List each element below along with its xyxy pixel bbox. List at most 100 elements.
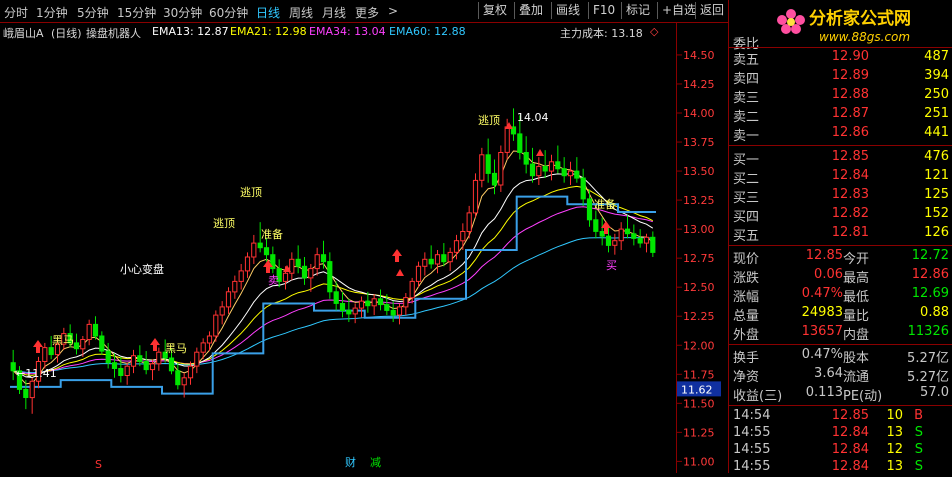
- candle-body[interactable]: [149, 363, 156, 371]
- candle-body[interactable]: [561, 168, 567, 177]
- candle-body[interactable]: [472, 179, 479, 214]
- candle-body[interactable]: [295, 258, 301, 267]
- candle-body[interactable]: [124, 365, 130, 377]
- candle-body[interactable]: [529, 163, 536, 177]
- candle-body[interactable]: [390, 309, 396, 316]
- candle-body[interactable]: [434, 254, 441, 265]
- back-button[interactable]: 返回: [695, 2, 728, 19]
- candle-body[interactable]: [422, 258, 428, 267]
- candle-body[interactable]: [453, 240, 460, 253]
- candle-body[interactable]: [555, 161, 561, 170]
- candle-body[interactable]: [263, 247, 270, 256]
- candle-body[interactable]: [301, 265, 308, 279]
- candle-body[interactable]: [73, 342, 80, 350]
- candle-body[interactable]: [282, 272, 289, 282]
- candle-body[interactable]: [542, 165, 548, 172]
- candle-body[interactable]: [352, 307, 358, 315]
- candle-body[interactable]: [517, 133, 523, 154]
- candle-body[interactable]: [219, 306, 225, 316]
- candle-body[interactable]: [536, 165, 542, 177]
- candle-body[interactable]: [548, 161, 555, 172]
- candle-body[interactable]: [339, 303, 346, 311]
- candle-body[interactable]: [238, 270, 244, 282]
- candle-body[interactable]: [637, 237, 643, 244]
- candle-body[interactable]: [111, 362, 118, 370]
- candle-body[interactable]: [618, 228, 624, 242]
- candle-body[interactable]: [333, 291, 339, 304]
- candle-body[interactable]: [365, 300, 371, 307]
- candle-body[interactable]: [80, 339, 86, 350]
- candle-body[interactable]: [460, 231, 466, 242]
- candle-body[interactable]: [48, 347, 54, 356]
- candle-body[interactable]: [320, 254, 327, 263]
- indicator-name[interactable]: 操盘机器人: [86, 25, 141, 41]
- candle-body[interactable]: [23, 388, 29, 398]
- stat-row[interactable]: 收益(三) 0.113 PE(动) 57.0: [729, 384, 952, 404]
- candle-body[interactable]: [447, 251, 453, 263]
- candle-body[interactable]: [225, 291, 232, 308]
- candle-body[interactable]: [29, 380, 35, 399]
- candle-body[interactable]: [314, 254, 320, 270]
- period-tab-more[interactable]: 更多: [355, 4, 379, 21]
- stat-row[interactable]: 外盘 13657 内盘 11326: [729, 323, 952, 343]
- stat-row[interactable]: 换手 0.47% 股本 5.27亿: [729, 346, 952, 366]
- ask-row[interactable]: 卖四 12.89 394: [729, 67, 952, 87]
- candle-body[interactable]: [143, 361, 149, 371]
- mark-button[interactable]: 标记: [621, 2, 654, 19]
- candle-body[interactable]: [308, 268, 314, 279]
- candle-body[interactable]: [441, 254, 447, 263]
- stat-row[interactable]: 净资 3.64 流通 5.27亿: [729, 365, 952, 385]
- candle-body[interactable]: [631, 233, 637, 239]
- candle-body[interactable]: [650, 236, 656, 253]
- ask-row[interactable]: 卖三 12.88 250: [729, 86, 952, 106]
- candle-body[interactable]: [523, 152, 529, 165]
- candle-body[interactable]: [377, 298, 384, 306]
- candle-body[interactable]: [479, 154, 485, 181]
- candle-body[interactable]: [624, 228, 631, 235]
- candle-body[interactable]: [251, 242, 257, 258]
- bid-row[interactable]: 买四 12.82 152: [729, 205, 952, 225]
- period-tab-monthly[interactable]: 月线: [322, 4, 346, 21]
- candle-body[interactable]: [415, 265, 422, 282]
- candle-body[interactable]: [371, 298, 377, 307]
- candle-body[interactable]: [130, 355, 137, 367]
- candle-body[interactable]: [156, 351, 162, 365]
- candle-body[interactable]: [137, 355, 143, 363]
- ask-row[interactable]: 卖一 12.86 441: [729, 124, 952, 144]
- candle-body[interactable]: [574, 170, 580, 179]
- overlay-button[interactable]: 叠加: [514, 2, 547, 19]
- candle-body[interactable]: [466, 212, 472, 232]
- candle-body[interactable]: [92, 323, 99, 337]
- bid-row[interactable]: 买二 12.84 121: [729, 167, 952, 187]
- candle-body[interactable]: [428, 258, 434, 265]
- candle-body[interactable]: [181, 377, 187, 386]
- candle-body[interactable]: [86, 323, 92, 340]
- candle-body[interactable]: [10, 362, 16, 372]
- candle-body[interactable]: [99, 335, 105, 352]
- candle-body[interactable]: [257, 242, 263, 249]
- period-tab-30min[interactable]: 30分钟: [163, 4, 202, 21]
- candle-body[interactable]: [175, 370, 181, 386]
- candlestick-chart[interactable]: 逃顶逃顶逃顶准备准备小心变盘黑马黑马14.04←11.41卖买财 减S: [0, 41, 676, 473]
- period-tab-fenshi[interactable]: 分时: [4, 4, 28, 21]
- draw-line-button[interactable]: 画线: [551, 2, 584, 19]
- candle-body[interactable]: [327, 261, 333, 293]
- more-arrow-icon[interactable]: >: [388, 4, 398, 18]
- candle-body[interactable]: [118, 368, 124, 376]
- candle-body[interactable]: [580, 177, 586, 200]
- candle-body[interactable]: [612, 240, 618, 246]
- add-watchlist-button[interactable]: +自选: [657, 2, 700, 19]
- candle-body[interactable]: [194, 351, 200, 367]
- period-tab-1min[interactable]: 1分钟: [36, 4, 68, 21]
- stat-row[interactable]: 总量 24983 量比 0.88: [729, 304, 952, 324]
- candle-body[interactable]: [358, 300, 365, 309]
- stat-row[interactable]: 涨跌 0.06 最高 12.86: [729, 266, 952, 286]
- ask-row[interactable]: 卖五 12.90 487: [729, 48, 952, 68]
- candle-body[interactable]: [491, 172, 498, 186]
- candle-body[interactable]: [244, 256, 251, 272]
- candle-body[interactable]: [403, 297, 409, 308]
- candle-body[interactable]: [586, 198, 593, 221]
- period-tab-weekly[interactable]: 周线: [289, 4, 313, 21]
- candle-body[interactable]: [498, 152, 504, 186]
- candle-body[interactable]: [187, 365, 194, 379]
